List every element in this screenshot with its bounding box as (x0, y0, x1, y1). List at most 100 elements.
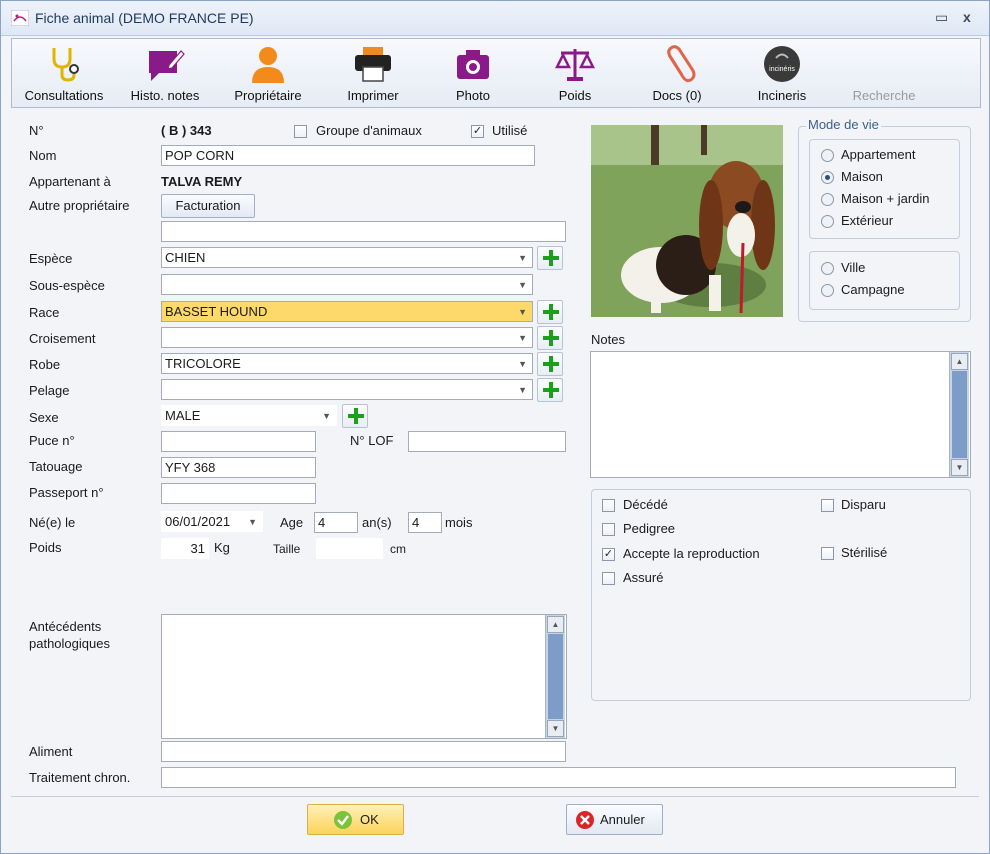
person-icon (252, 47, 284, 83)
ans-label: an(s) (362, 515, 392, 530)
croisement-select[interactable]: ▼ (161, 327, 533, 348)
window-title: Fiche animal (DEMO FRANCE PE) (35, 10, 254, 26)
add-croisement-button[interactable] (537, 326, 563, 350)
chevron-down-icon: ▼ (518, 385, 527, 395)
facturation-button[interactable]: Facturation (161, 194, 255, 218)
add-espece-button[interactable] (537, 246, 563, 270)
puce-label: Puce n° (29, 433, 75, 448)
decede-checkbox[interactable] (602, 499, 615, 512)
disparu-label: Disparu (841, 497, 886, 512)
ok-label: OK (360, 812, 379, 827)
disparu-checkbox[interactable] (821, 499, 834, 512)
assure-checkbox[interactable] (602, 572, 615, 585)
age-years-input[interactable]: 4 (314, 512, 358, 533)
scroll-thumb[interactable] (952, 371, 967, 458)
scroll-down-icon[interactable]: ▼ (547, 720, 564, 737)
traitement-input[interactable] (161, 767, 956, 788)
chevron-down-icon: ▼ (518, 359, 527, 369)
robe-select[interactable]: TRICOLORE ▼ (161, 353, 533, 374)
histo-notes-button[interactable]: Histo. notes (120, 39, 210, 107)
autre-proprietaire-label: Autre propriétaire (29, 198, 130, 213)
pelage-select[interactable]: ▼ (161, 379, 533, 400)
sexe-label: Sexe (29, 410, 59, 425)
aliment-label: Aliment (29, 744, 73, 759)
imprimer-button[interactable]: Imprimer (328, 39, 418, 107)
age-months-input[interactable]: 4 (408, 512, 442, 533)
taille-input[interactable] (316, 538, 383, 559)
exterieur-label: Extérieur (841, 213, 894, 228)
utilise-checkbox[interactable]: ✓ (471, 125, 484, 138)
histo-notes-label: Histo. notes (130, 88, 200, 103)
photo-label: Photo (456, 88, 490, 103)
lof-input[interactable] (408, 431, 566, 452)
autre-proprietaire-input[interactable] (161, 221, 566, 242)
exterieur-radio[interactable] (821, 215, 834, 228)
antecedents-textarea[interactable] (161, 614, 567, 739)
scroll-up-icon[interactable]: ▲ (547, 616, 564, 633)
tatouage-input[interactable]: YFY 368 (161, 457, 316, 478)
annuler-button[interactable]: Annuler (566, 804, 663, 835)
chevron-down-icon: ▼ (518, 333, 527, 343)
numero-value: ( B ) 343 (161, 123, 212, 138)
sexe-select[interactable]: MALE ▼ (161, 405, 337, 426)
consultations-button[interactable]: Consultations (12, 39, 116, 107)
maison-jardin-radio[interactable] (821, 193, 834, 206)
cm-label: cm (390, 542, 406, 556)
check-icon (334, 811, 352, 829)
puce-input[interactable] (161, 431, 316, 452)
pelage-label: Pelage (29, 383, 70, 398)
pedigree-checkbox[interactable] (602, 523, 615, 536)
campagne-label: Campagne (841, 282, 905, 297)
campagne-radio[interactable] (821, 284, 834, 297)
sterilise-checkbox[interactable] (821, 547, 834, 560)
groupe-checkbox[interactable] (294, 125, 307, 138)
restore-icon[interactable]: ▭ (935, 9, 948, 26)
ne-label: Né(e) le (29, 515, 76, 530)
antecedents-label-line2: pathologiques (29, 636, 110, 651)
ville-radio[interactable] (821, 262, 834, 275)
sous-espece-select[interactable]: ▼ (161, 274, 533, 295)
antecedents-scrollbar[interactable]: ▲ ▼ (545, 615, 565, 738)
add-robe-button[interactable] (537, 352, 563, 376)
photo-button[interactable]: Photo (428, 39, 518, 107)
chevron-down-icon: ▼ (322, 411, 331, 421)
aliment-input[interactable] (161, 741, 566, 762)
stethoscope-icon (52, 48, 79, 82)
ne-date-picker[interactable]: 06/01/2021 ▼ (161, 511, 263, 532)
appartement-radio[interactable] (821, 149, 834, 162)
robe-value: TRICOLORE (165, 356, 241, 371)
notes-scrollbar[interactable]: ▲ ▼ (949, 352, 969, 477)
cancel-icon (576, 811, 594, 829)
chevron-down-icon: ▼ (248, 517, 257, 527)
race-select[interactable]: BASSET HOUND ▼ (161, 301, 533, 322)
notes-textarea[interactable] (590, 351, 971, 478)
recherche-label: Recherche (852, 88, 916, 103)
scroll-thumb[interactable] (548, 634, 563, 719)
add-pelage-button[interactable] (537, 378, 563, 402)
passeport-label: Passeport n° (29, 485, 104, 500)
animal-photo[interactable] (591, 125, 783, 317)
paperclip-icon (667, 45, 696, 83)
camera-icon (457, 50, 489, 79)
scroll-up-icon[interactable]: ▲ (951, 353, 968, 370)
espece-select[interactable]: CHIEN ▼ (161, 247, 533, 268)
docs-button[interactable]: Docs (0) (632, 39, 722, 107)
notes-label: Notes (591, 332, 625, 347)
incineris-button[interactable]: incinéris Incineris (734, 39, 830, 107)
poids-button[interactable]: Poids (530, 39, 620, 107)
appartement-label: Appartement (841, 147, 916, 162)
toolbar: Consultations Histo. notes Propriétaire … (11, 38, 981, 108)
proprietaire-button[interactable]: Propriétaire (218, 39, 318, 107)
poids-input[interactable]: 31 (161, 538, 209, 559)
close-icon[interactable]: x (963, 9, 971, 25)
maison-radio[interactable] (821, 171, 834, 184)
passeport-input[interactable] (161, 483, 316, 504)
incineris-logo-icon: incinéris (764, 46, 800, 82)
scroll-down-icon[interactable]: ▼ (951, 459, 968, 476)
reproduction-checkbox[interactable]: ✓ (602, 548, 615, 561)
add-race-button[interactable] (537, 300, 563, 324)
nom-input[interactable]: POP CORN (161, 145, 535, 166)
add-sexe-button[interactable] (342, 404, 368, 428)
numero-label: N° (29, 123, 44, 138)
ok-button[interactable]: OK (307, 804, 404, 835)
